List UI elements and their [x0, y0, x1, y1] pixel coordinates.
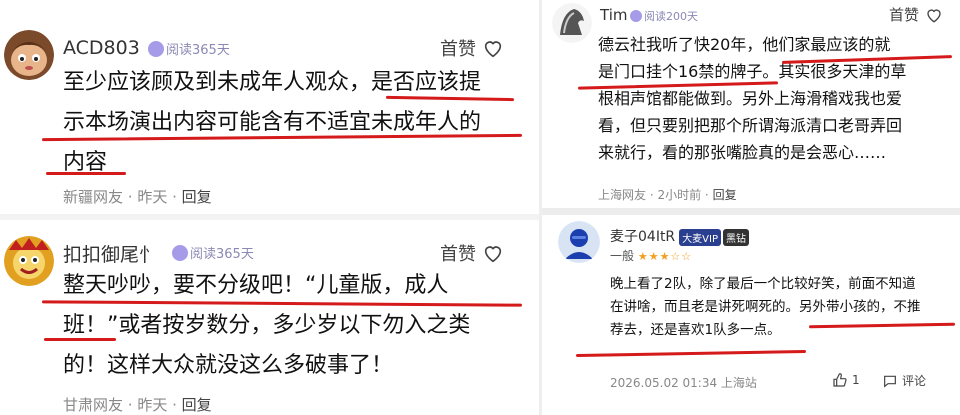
- comment-text: 晚上看了2队，除了最后一个比较好笑，前面不知道 在讲啥，而且老是讲死啊死的。另外…: [610, 276, 921, 338]
- username[interactable]: 扣扣御尾忄: [63, 240, 158, 267]
- heart-icon: [484, 41, 502, 58]
- avatar[interactable]: [4, 236, 54, 286]
- like-button[interactable]: 首赞: [440, 35, 504, 61]
- speech-bubble-icon: [884, 375, 896, 388]
- reply-button[interactable]: 回复: [182, 396, 212, 414]
- like-button[interactable]: 1: [832, 372, 860, 388]
- comment-date: 2026.05.02 01:34 上海站: [610, 376, 757, 390]
- reply-button[interactable]: 回复: [713, 188, 737, 202]
- black-diamond-badge: 黑钻: [723, 228, 749, 246]
- heart-icon: [484, 246, 502, 263]
- comment-text: 至少应该顾及到未成年人观众，是否应该提 示本场演出内容可能含有不适宜未成年人的 …: [63, 70, 482, 175]
- reading-badge: 阅读365天: [148, 39, 230, 58]
- vip-badge: 大麦VIP: [679, 228, 721, 246]
- comment-text: 整天吵吵，要不分级吧！“儿童版，成人 班！”或者按岁数分，多少岁以下勿入之类 的…: [63, 273, 471, 378]
- username[interactable]: 麦子04ItR 大麦VIP 黑钻: [610, 226, 749, 246]
- thumbs-up-icon: [833, 373, 847, 387]
- comment-meta: 甘肃网友 · 昨天 · 回复: [63, 396, 212, 414]
- heart-icon: [927, 8, 941, 23]
- comment-card-4: 麦子04ItR 大麦VIP 黑钻 一般 ★★★☆☆ 晚上看了2队，除了最后一个比较好…: [542, 215, 960, 415]
- badge-icon: [148, 40, 164, 57]
- username[interactable]: ACD803: [63, 37, 140, 59]
- highlight-underline: [575, 349, 807, 358]
- like-button[interactable]: 首赞: [889, 4, 943, 25]
- avatar[interactable]: [558, 221, 600, 263]
- comment-card-1: ACD803 阅读365天 首赞 至少应该顾及到未成年人观众，是否应该提 示本场…: [0, 0, 539, 214]
- comment-meta: 新疆网友 · 昨天 · 回复: [63, 188, 212, 206]
- avatar[interactable]: [552, 3, 592, 43]
- comment-text: 德云社我听了快20年，他们家最应该的就 是门口挂个16禁的牌子。其实很多天津的草…: [598, 35, 907, 162]
- highlight-underline: [46, 172, 126, 175]
- comment-separator: [542, 208, 960, 215]
- comment-meta: 上海网友 · 2小时前 · 回复: [598, 188, 737, 202]
- rating: 一般 ★★★☆☆: [610, 249, 693, 263]
- star-rating-icon: ★★★☆☆: [637, 250, 693, 263]
- like-button[interactable]: 首赞: [440, 240, 504, 266]
- reading-badge: 阅读200天: [630, 8, 698, 24]
- avatar[interactable]: [4, 30, 54, 80]
- badge-icon: [172, 244, 188, 261]
- reply-button[interactable]: 回复: [182, 188, 212, 206]
- highlight-underline: [44, 338, 116, 341]
- comment-card-2: 扣扣御尾忄 阅读365天 首赞 整天吵吵，要不分级吧！“儿童版，成人 班！”或者…: [0, 220, 539, 415]
- badge-icon: [630, 10, 642, 22]
- comment-button[interactable]: 评论: [882, 372, 926, 389]
- username[interactable]: Tim: [600, 6, 627, 24]
- comment-card-3: Tim 阅读200天 首赞 德云社我听了快20年，他们家最应该的就 是门口挂个1…: [542, 0, 960, 208]
- reading-badge: 阅读365天: [172, 243, 254, 262]
